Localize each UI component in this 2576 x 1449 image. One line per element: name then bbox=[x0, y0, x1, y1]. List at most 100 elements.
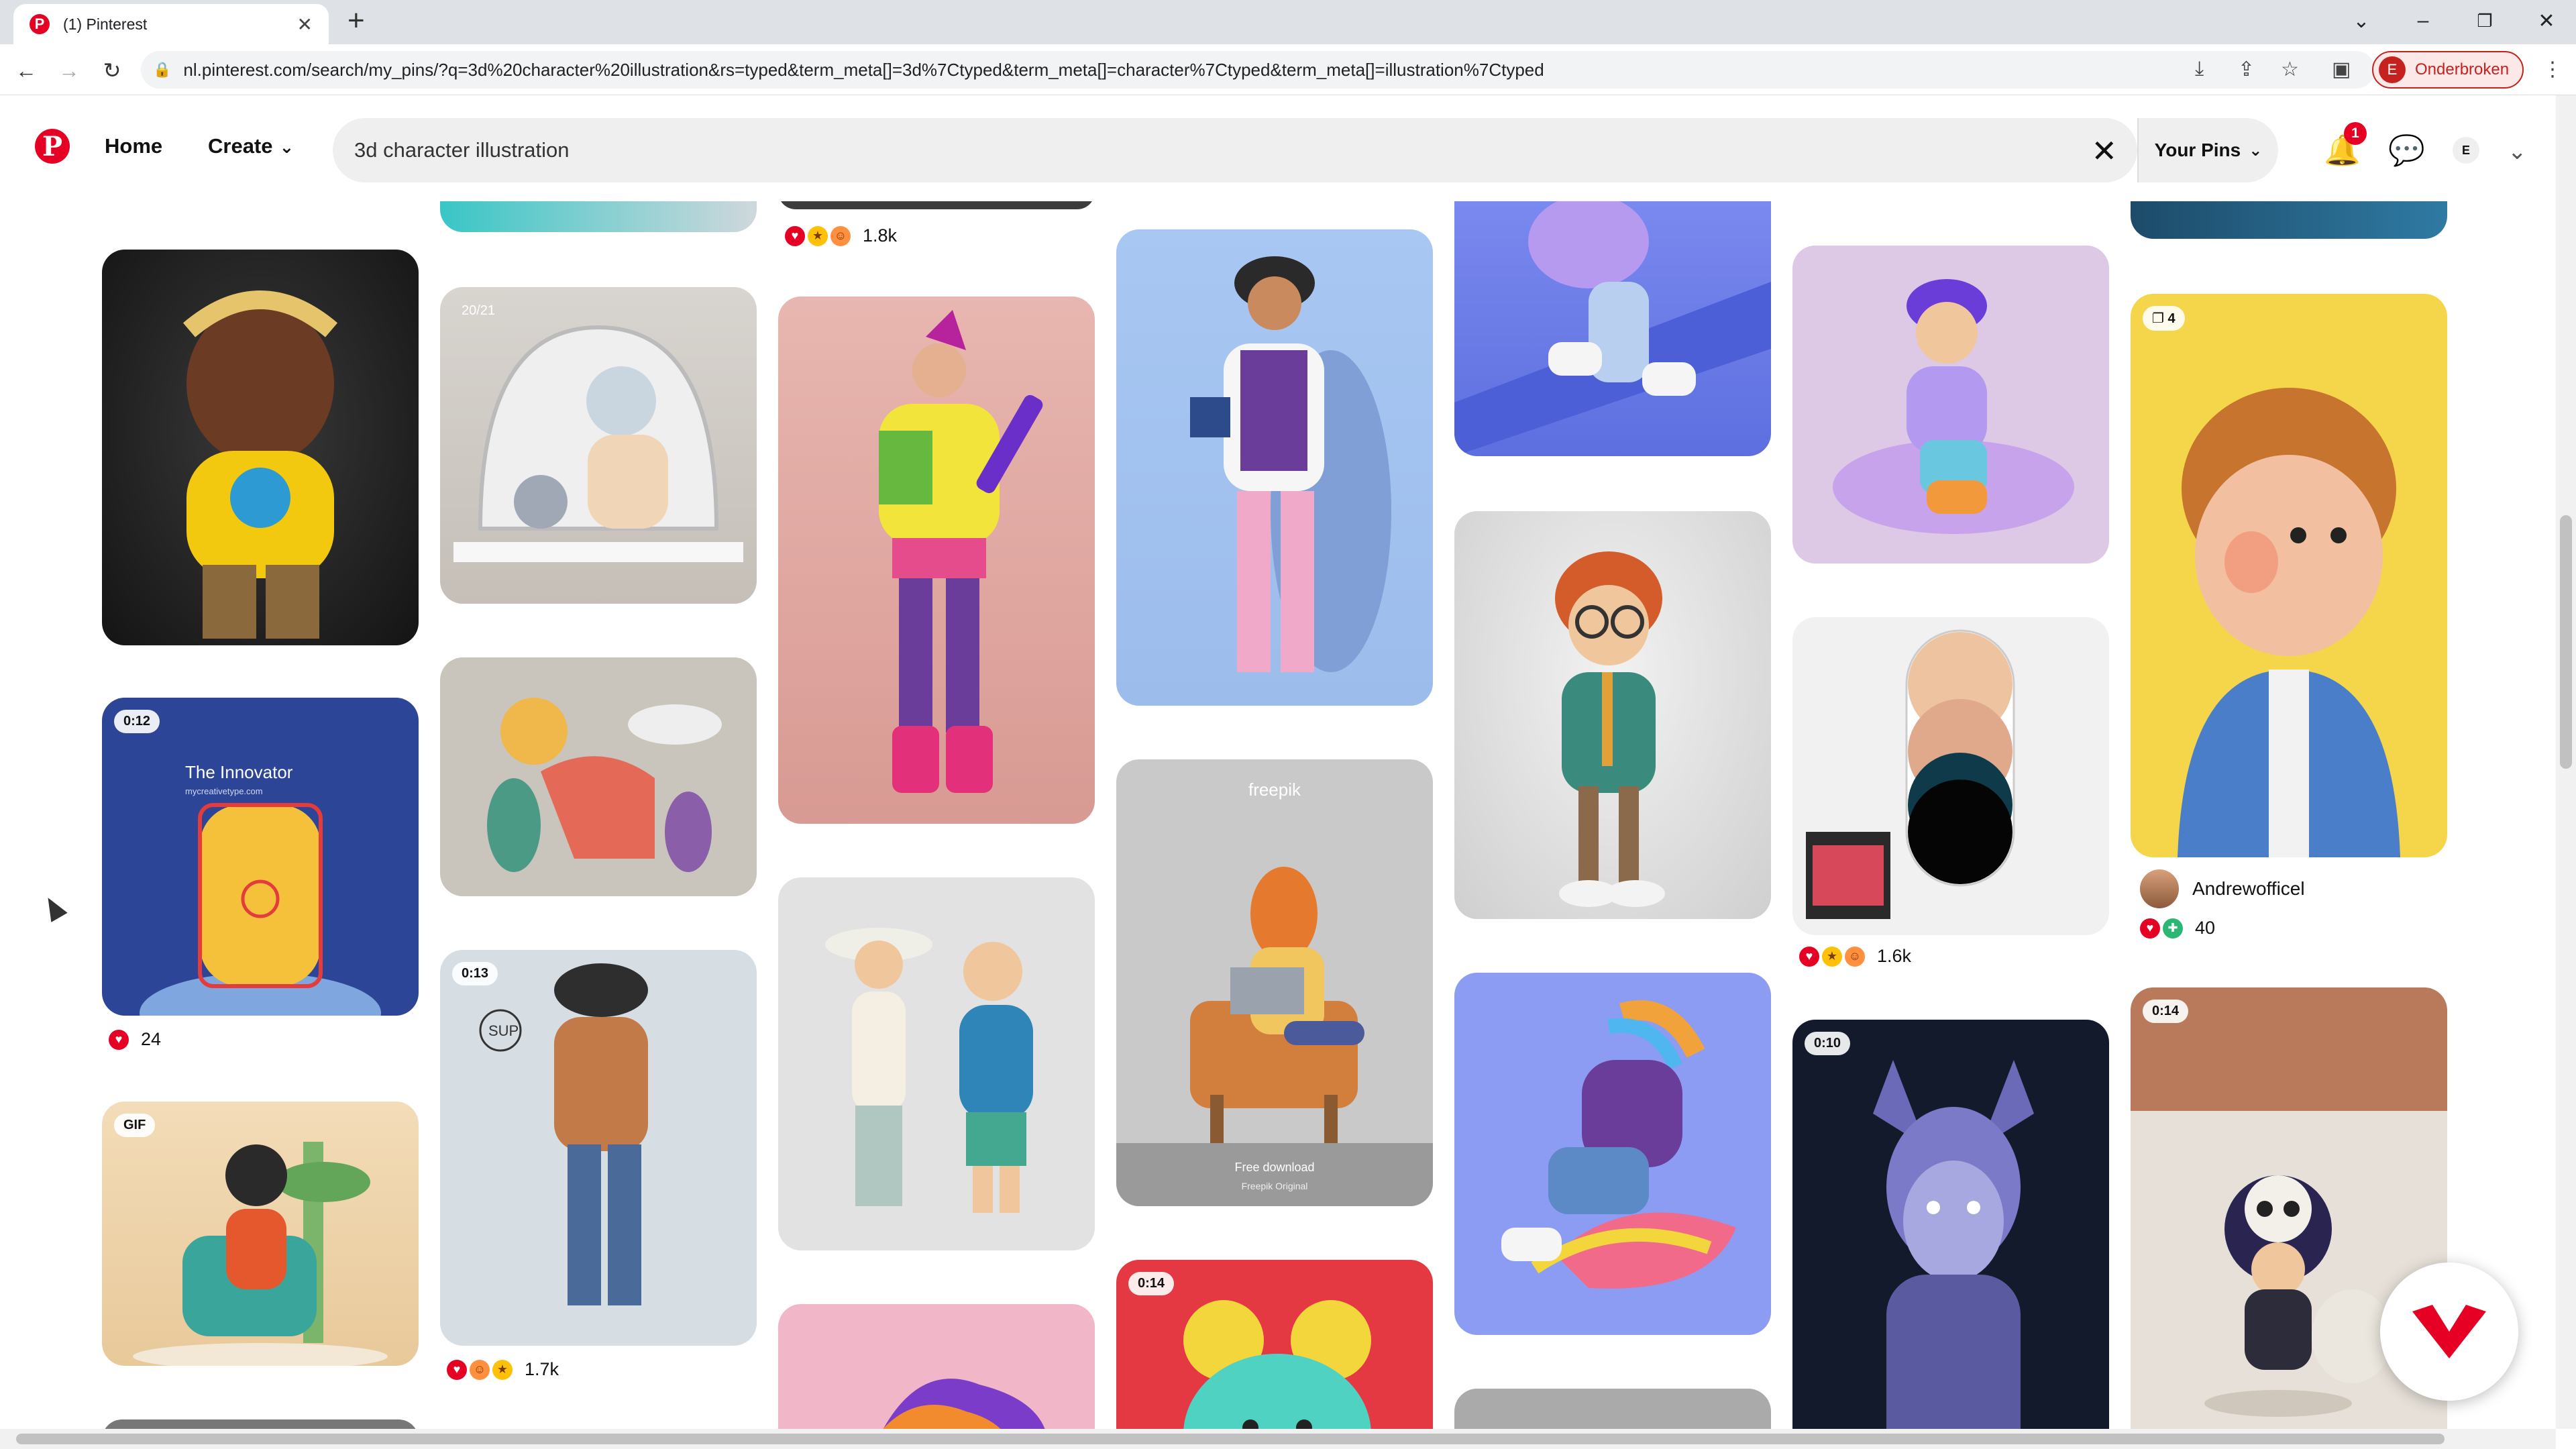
install-app-icon[interactable]: ⤓ bbox=[2195, 58, 2204, 80]
your-pins-label: Your Pins bbox=[2154, 140, 2241, 160]
horizontal-scrollbar[interactable] bbox=[0, 1429, 2556, 1449]
heart-reaction-icon: ♥ bbox=[785, 225, 805, 246]
pin-card[interactable] bbox=[102, 1419, 419, 1429]
pin-card[interactable]: freepik Free download Freepik Original bbox=[1116, 759, 1433, 1206]
lock-icon: 🔒 bbox=[153, 61, 172, 78]
pin-card[interactable] bbox=[778, 297, 1095, 824]
pin-reactions: ♥ ✚ 40 bbox=[2140, 918, 2215, 938]
pin-card[interactable]: 20/21 bbox=[440, 287, 757, 604]
pin-image bbox=[1873, 1060, 2034, 1429]
pin-card[interactable] bbox=[1116, 229, 1433, 706]
restore-button[interactable]: ❐ bbox=[2465, 4, 2505, 38]
side-panel-icon[interactable]: ▣ bbox=[2332, 58, 2351, 81]
sup-doodle-text: SUP bbox=[488, 1022, 519, 1039]
pin-card[interactable] bbox=[778, 877, 1095, 1250]
reaction-count: 24 bbox=[141, 1029, 162, 1049]
pin-image bbox=[1833, 279, 2074, 534]
image-count: 4 bbox=[2167, 311, 2176, 326]
address-bar: ← → ↻ 🔒 nl.pinterest.com/search/my_pins/… bbox=[0, 44, 2576, 95]
clear-search-icon[interactable]: ✕ bbox=[2091, 133, 2117, 169]
pin-image bbox=[1190, 256, 1391, 672]
pin-card[interactable] bbox=[2131, 201, 2447, 239]
pin-card[interactable]: 0:10 bbox=[1792, 1020, 2109, 1429]
share-icon[interactable]: ⇪ bbox=[2238, 58, 2255, 81]
forward-button[interactable]: → bbox=[55, 56, 83, 85]
notification-badge: 1 bbox=[2344, 122, 2367, 145]
pin-card[interactable] bbox=[440, 201, 757, 232]
pin-card[interactable]: 0:14 bbox=[1116, 1260, 1433, 1429]
pin-grid: 0:12 The Innovator mycreativetype.com ♥ … bbox=[0, 201, 2556, 1429]
pin-image bbox=[182, 290, 338, 639]
back-button[interactable]: ← bbox=[12, 56, 40, 85]
browser-tab[interactable]: P (1) Pinterest ✕ bbox=[13, 4, 329, 44]
gif-badge: GIF bbox=[114, 1114, 156, 1137]
video-duration-badge: 0:13 bbox=[452, 962, 498, 985]
pin-image: SUP bbox=[479, 963, 648, 1305]
pin-image bbox=[1454, 201, 1771, 456]
creator-name: Andrewofficel bbox=[2192, 878, 2305, 899]
pin-creator[interactable]: Andrewofficel bbox=[2140, 869, 2305, 908]
pin-overlay-text: 20/21 bbox=[462, 303, 496, 318]
pin-image bbox=[133, 1142, 388, 1366]
pin-reactions: ♥ ★ ☺ 1.8k bbox=[785, 225, 897, 246]
freepik-brand: freepik bbox=[1248, 780, 1301, 800]
create-label: Create bbox=[208, 134, 273, 158]
create-menu[interactable]: Create ⌄ bbox=[208, 134, 294, 158]
freepik-original-label: Freepik Original bbox=[1241, 1181, 1308, 1191]
profile-avatar: E bbox=[2379, 56, 2406, 83]
browser-menu-icon[interactable]: ⋮ bbox=[2542, 58, 2563, 81]
pin-image bbox=[1501, 1000, 1736, 1289]
pin-card[interactable] bbox=[440, 657, 757, 896]
pin-card[interactable] bbox=[778, 201, 1095, 209]
search-input[interactable] bbox=[354, 138, 1964, 162]
url-text: nl.pinterest.com/search/my_pins/?q=3d%20… bbox=[183, 59, 1544, 80]
pin-card[interactable]: ❐ 4 bbox=[2131, 294, 2447, 857]
wow-reaction-icon: ☺ bbox=[470, 1359, 490, 1380]
browser-profile-button[interactable]: E Onderbroken bbox=[2372, 51, 2524, 89]
video-duration-badge: 0:10 bbox=[1805, 1032, 1851, 1055]
good-idea-reaction-icon: ★ bbox=[492, 1359, 513, 1380]
accounts-chevron-down-icon[interactable]: ⌄ bbox=[2508, 138, 2527, 165]
pin-image bbox=[1806, 629, 2015, 919]
pinterest-chevron-icon bbox=[2412, 1305, 2486, 1358]
scrollbar-thumb[interactable] bbox=[2560, 515, 2572, 769]
pin-card[interactable]: 0:13 SUP bbox=[440, 950, 757, 1346]
reaction-count: 1.6k bbox=[1877, 946, 1912, 966]
pin-card[interactable] bbox=[778, 1304, 1095, 1429]
pin-card[interactable] bbox=[1792, 246, 2109, 564]
video-duration-badge: 0:14 bbox=[2143, 1000, 2189, 1023]
pin-image bbox=[883, 1379, 1045, 1429]
home-link[interactable]: Home bbox=[105, 134, 162, 158]
reload-button[interactable]: ↻ bbox=[98, 56, 126, 85]
tab-search-icon[interactable]: ⌄ bbox=[2341, 4, 2381, 38]
pinterest-header: P Home Create⌄ ✕ Your Pins ⌄ 🔔 1 💬 E ⌄ bbox=[0, 95, 2556, 201]
new-tab-button[interactable]: + bbox=[347, 4, 365, 38]
pin-card[interactable] bbox=[1454, 511, 1771, 919]
pinterest-app-button[interactable] bbox=[2380, 1263, 2518, 1401]
avatar[interactable]: E bbox=[2453, 137, 2479, 164]
freepik-footer: Free download Freepik Original bbox=[1116, 1143, 1433, 1206]
scrollbar-thumb[interactable] bbox=[16, 1434, 2445, 1444]
close-window-button[interactable]: ✕ bbox=[2526, 4, 2567, 38]
your-pins-filter[interactable]: Your Pins ⌄ bbox=[2137, 118, 2278, 182]
reaction-count: 40 bbox=[2195, 918, 2216, 938]
pin-image bbox=[453, 325, 743, 562]
url-field[interactable]: 🔒 nl.pinterest.com/search/my_pins/?q=3d%… bbox=[141, 51, 2375, 89]
pin-image bbox=[1190, 867, 1364, 1148]
pin-reactions: ♥ 24 bbox=[109, 1029, 161, 1050]
close-tab-icon[interactable]: ✕ bbox=[297, 13, 313, 36]
messages-icon[interactable]: 💬 bbox=[2388, 133, 2425, 168]
pin-card[interactable] bbox=[1454, 973, 1771, 1335]
good-idea-reaction-icon: ★ bbox=[808, 225, 828, 246]
bookmark-star-icon[interactable]: ☆ bbox=[2281, 58, 2299, 81]
vertical-scrollbar[interactable] bbox=[2556, 95, 2576, 1429]
pin-card[interactable] bbox=[1454, 1389, 1771, 1429]
pin-card[interactable] bbox=[1792, 617, 2109, 935]
pin-card[interactable] bbox=[102, 250, 419, 645]
minimize-button[interactable]: – bbox=[2403, 4, 2443, 38]
pin-card[interactable]: GIF bbox=[102, 1102, 419, 1366]
pin-card[interactable] bbox=[1454, 201, 1771, 456]
pinterest-logo-icon[interactable]: P bbox=[35, 129, 70, 164]
pin-image bbox=[825, 928, 1033, 1213]
pin-card[interactable]: 0:12 The Innovator mycreativetype.com bbox=[102, 698, 419, 1016]
